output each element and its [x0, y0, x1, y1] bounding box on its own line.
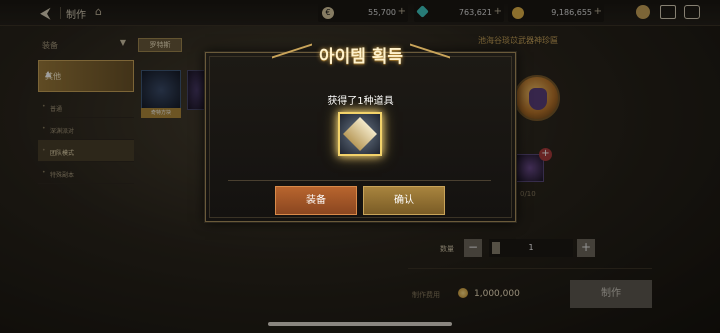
confirm-button[interactable]: 确认 [363, 186, 445, 215]
dialog-message: 获得了1种道具 [327, 96, 394, 107]
home-indicator[interactable] [268, 322, 452, 326]
dialog-banner: 아이템 획득 [272, 40, 450, 70]
acquired-item-icon[interactable] [338, 112, 382, 156]
dialog-title: 아이템 획득 [318, 47, 404, 67]
weapon-icon [343, 117, 377, 151]
equip-button[interactable]: 装备 [275, 186, 357, 215]
dialog-divider [228, 180, 491, 181]
